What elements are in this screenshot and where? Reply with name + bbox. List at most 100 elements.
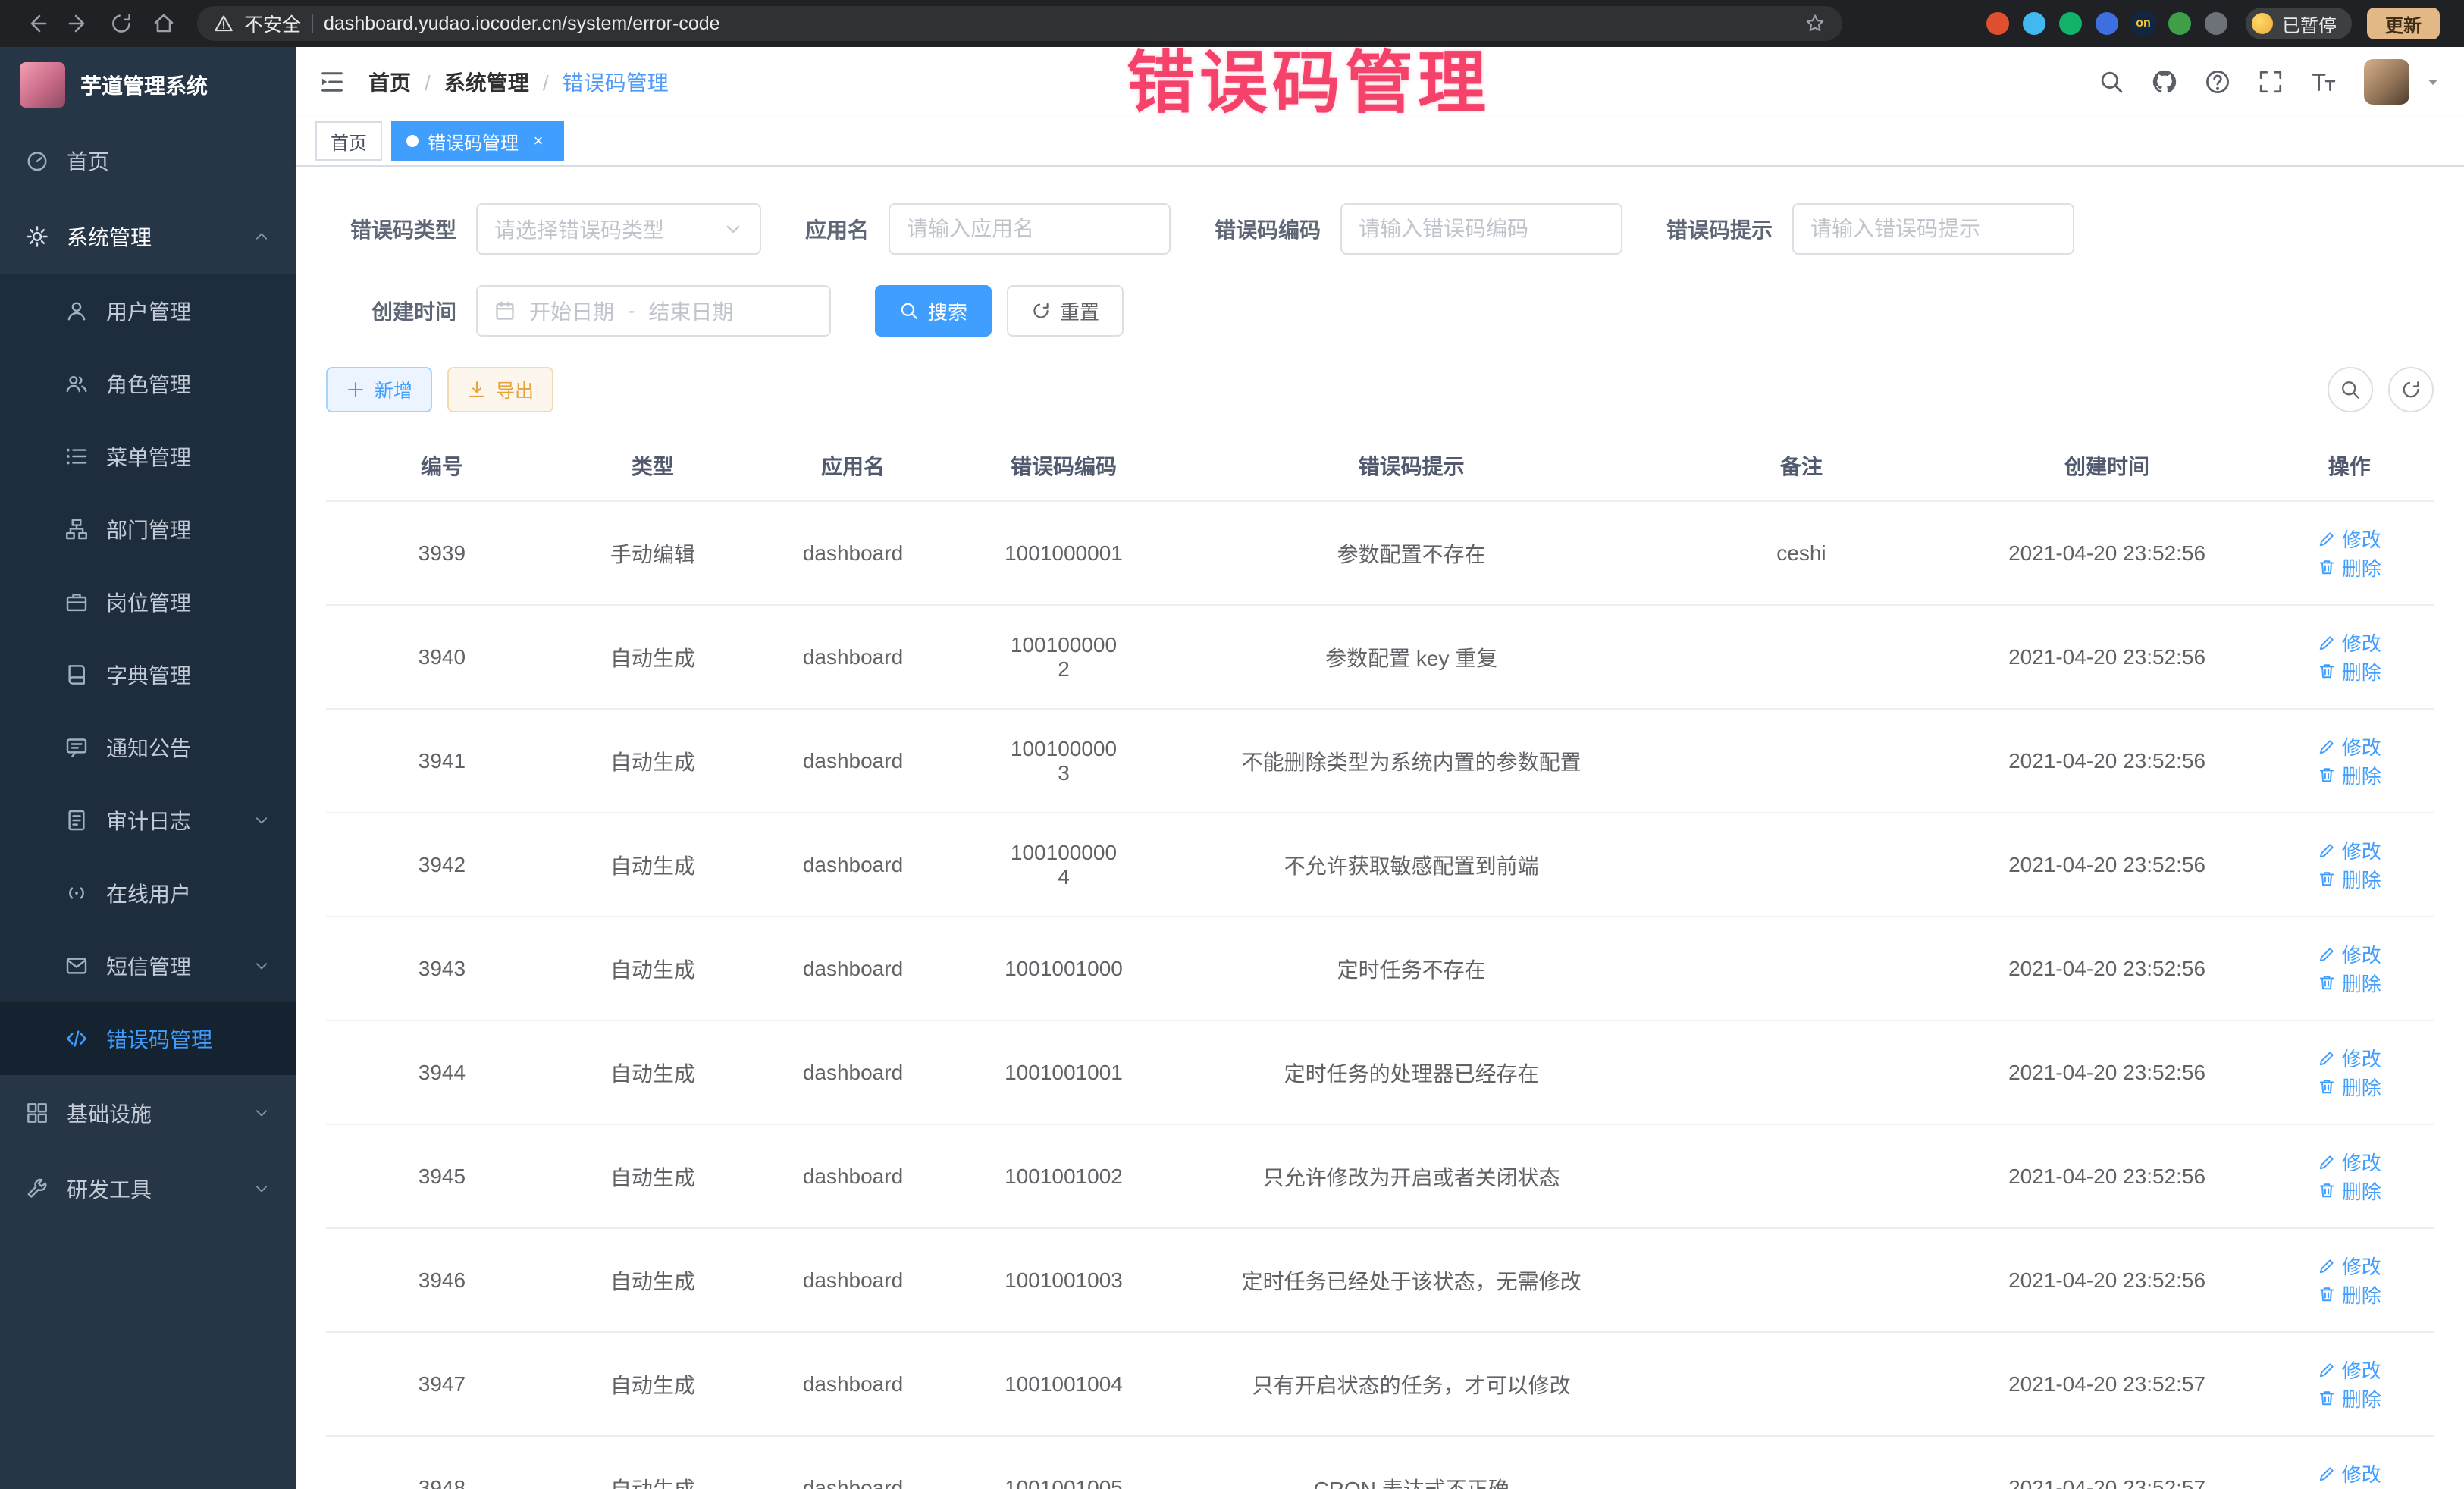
edit-link[interactable]: 修改 bbox=[2318, 1459, 2381, 1487]
delete-link[interactable]: 删除 bbox=[2318, 553, 2381, 581]
delete-link[interactable]: 删除 bbox=[2318, 1073, 2381, 1101]
sidebar-item-online-user[interactable]: 在线用户 bbox=[0, 857, 296, 929]
sidebar-item-role[interactable]: 角色管理 bbox=[0, 347, 296, 420]
cell-id: 3941 bbox=[326, 709, 558, 813]
delete-link[interactable]: 删除 bbox=[2318, 657, 2381, 685]
date-range-picker[interactable]: 开始日期 - 结束日期 bbox=[476, 285, 831, 337]
sidebar-item-audit-log[interactable]: 审计日志 bbox=[0, 784, 296, 857]
extension-icon-green[interactable] bbox=[2059, 12, 2082, 35]
edit-link[interactable]: 修改 bbox=[2318, 940, 2381, 968]
edit-link[interactable]: 修改 bbox=[2318, 1252, 2381, 1280]
app-name-input[interactable] bbox=[889, 203, 1171, 255]
refresh-table-button[interactable] bbox=[2388, 367, 2434, 412]
search-button[interactable]: 搜索 bbox=[875, 285, 992, 337]
filter-label-hint: 错误码提示 bbox=[1666, 214, 1773, 244]
sidebar-item-infra[interactable]: 基础设施 bbox=[0, 1075, 296, 1151]
breadcrumb-item[interactable]: 系统管理 bbox=[444, 67, 563, 97]
update-button[interactable]: 更新 bbox=[2367, 8, 2440, 39]
error-type-select[interactable]: 请选择错误码类型 bbox=[476, 203, 761, 255]
sidebar-item-notice[interactable]: 通知公告 bbox=[0, 711, 296, 784]
extension-icon-on-badge[interactable]: on bbox=[2132, 12, 2155, 35]
tab-error-code[interactable]: 错误码管理 bbox=[391, 121, 564, 161]
edit-link[interactable]: 修改 bbox=[2318, 1356, 2381, 1384]
edit-link[interactable]: 修改 bbox=[2318, 836, 2381, 864]
sidebar-item-dict[interactable]: 字典管理 bbox=[0, 638, 296, 711]
edit-link[interactable]: 修改 bbox=[2318, 732, 2381, 760]
font-size-icon[interactable] bbox=[2311, 69, 2337, 95]
edit-link[interactable]: 修改 bbox=[2318, 1148, 2381, 1176]
bookmark-star-icon[interactable] bbox=[1804, 13, 1826, 34]
sidebar-item-error-code[interactable]: 错误码管理 bbox=[0, 1002, 296, 1075]
cell-code: 100100000 2 bbox=[958, 605, 1169, 709]
delete-link[interactable]: 删除 bbox=[2318, 1384, 2381, 1412]
error-hint-input[interactable] bbox=[1792, 203, 2074, 255]
menu-label: 菜单管理 bbox=[106, 441, 191, 472]
refresh-icon bbox=[1031, 301, 1051, 321]
sidebar-item-menu[interactable]: 菜单管理 bbox=[0, 420, 296, 493]
extension-icon-lightblue[interactable] bbox=[2023, 12, 2045, 35]
extension-icon-gray[interactable] bbox=[2205, 12, 2227, 35]
table-row: 3944 自动生成 dashboard 1001001001 定时任务的处理器已… bbox=[326, 1020, 2434, 1124]
edit-link[interactable]: 修改 bbox=[2318, 629, 2381, 657]
sidebar-item-dev-tools[interactable]: 研发工具 bbox=[0, 1151, 296, 1227]
toggle-search-button[interactable] bbox=[2328, 367, 2373, 412]
edit-link[interactable]: 修改 bbox=[2318, 1044, 2381, 1072]
range-separator: - bbox=[628, 299, 635, 323]
delete-icon bbox=[2318, 766, 2336, 784]
cell-actions: 修改 删除 bbox=[2265, 605, 2434, 709]
error-code-input[interactable] bbox=[1340, 203, 1622, 255]
delete-link[interactable]: 删除 bbox=[2318, 1177, 2381, 1205]
sidebar-item-user[interactable]: 用户管理 bbox=[0, 274, 296, 347]
delete-link[interactable]: 删除 bbox=[2318, 761, 2381, 789]
cell-id: 3944 bbox=[326, 1020, 558, 1124]
extension-icon-leaf[interactable] bbox=[2168, 12, 2191, 35]
add-button[interactable]: 新增 bbox=[326, 367, 432, 412]
delete-link[interactable]: 删除 bbox=[2318, 1281, 2381, 1309]
delete-icon bbox=[2318, 1181, 2336, 1199]
user-avatar[interactable] bbox=[2364, 59, 2409, 105]
chevron-down-icon bbox=[253, 1105, 270, 1121]
caret-down-icon[interactable] bbox=[2425, 74, 2441, 90]
edit-icon bbox=[2318, 945, 2336, 964]
sidebar-item-system[interactable]: 系统管理 bbox=[0, 199, 296, 274]
cell-time: 2021-04-20 23:52:56 bbox=[1949, 605, 2265, 709]
url-text[interactable]: dashboard.yudao.iocoder.cn/system/error-… bbox=[324, 13, 1794, 35]
book-icon bbox=[65, 663, 88, 686]
export-button[interactable]: 导出 bbox=[447, 367, 553, 412]
delete-link[interactable]: 删除 bbox=[2318, 969, 2381, 997]
back-icon[interactable] bbox=[24, 11, 49, 36]
menu-label: 错误码管理 bbox=[106, 1023, 212, 1054]
paused-badge[interactable]: 已暂停 bbox=[2246, 8, 2352, 39]
reload-icon[interactable] bbox=[109, 11, 133, 36]
search-icon[interactable] bbox=[2099, 69, 2124, 95]
fullscreen-icon[interactable] bbox=[2258, 69, 2284, 95]
cell-code: 1001001000 bbox=[958, 917, 1169, 1020]
help-icon[interactable] bbox=[2205, 69, 2230, 95]
reset-button[interactable]: 重置 bbox=[1007, 285, 1124, 337]
close-icon[interactable] bbox=[528, 130, 549, 152]
table-header-row: 编号类型应用名错误码编码错误码提示备注创建时间操作 bbox=[326, 431, 2434, 501]
sidebar-item-dept[interactable]: 部门管理 bbox=[0, 493, 296, 566]
sidebar-item-sms[interactable]: 短信管理 bbox=[0, 929, 296, 1002]
forward-icon[interactable] bbox=[67, 11, 91, 36]
cell-app: dashboard bbox=[748, 917, 958, 1020]
cell-message: 定时任务的处理器已经存在 bbox=[1169, 1020, 1654, 1124]
hamburger-icon[interactable] bbox=[318, 68, 346, 96]
delete-link[interactable]: 删除 bbox=[2318, 865, 2381, 893]
sidebar-item-home[interactable]: 首页 bbox=[0, 123, 296, 199]
cell-app: dashboard bbox=[748, 1228, 958, 1332]
extension-icon-red[interactable] bbox=[1986, 12, 2009, 35]
breadcrumb-item[interactable]: 首页 bbox=[368, 67, 444, 97]
tab-home[interactable]: 首页 bbox=[315, 121, 382, 161]
sidebar-item-post[interactable]: 岗位管理 bbox=[0, 566, 296, 638]
edit-link[interactable]: 修改 bbox=[2318, 525, 2381, 553]
address-bar[interactable]: 不安全 dashboard.yudao.iocoder.cn/system/er… bbox=[197, 6, 1842, 41]
github-icon[interactable] bbox=[2152, 69, 2177, 95]
logo[interactable]: 芋道管理系统 bbox=[0, 47, 296, 123]
app-title: 芋道管理系统 bbox=[80, 70, 208, 100]
filter-label-app: 应用名 bbox=[805, 214, 869, 244]
cell-message: 不能删除类型为系统内置的参数配置 bbox=[1169, 709, 1654, 813]
extension-icon-blue-grid[interactable] bbox=[2096, 12, 2118, 35]
browser-home-icon[interactable] bbox=[152, 11, 176, 36]
warning-icon bbox=[214, 14, 234, 33]
